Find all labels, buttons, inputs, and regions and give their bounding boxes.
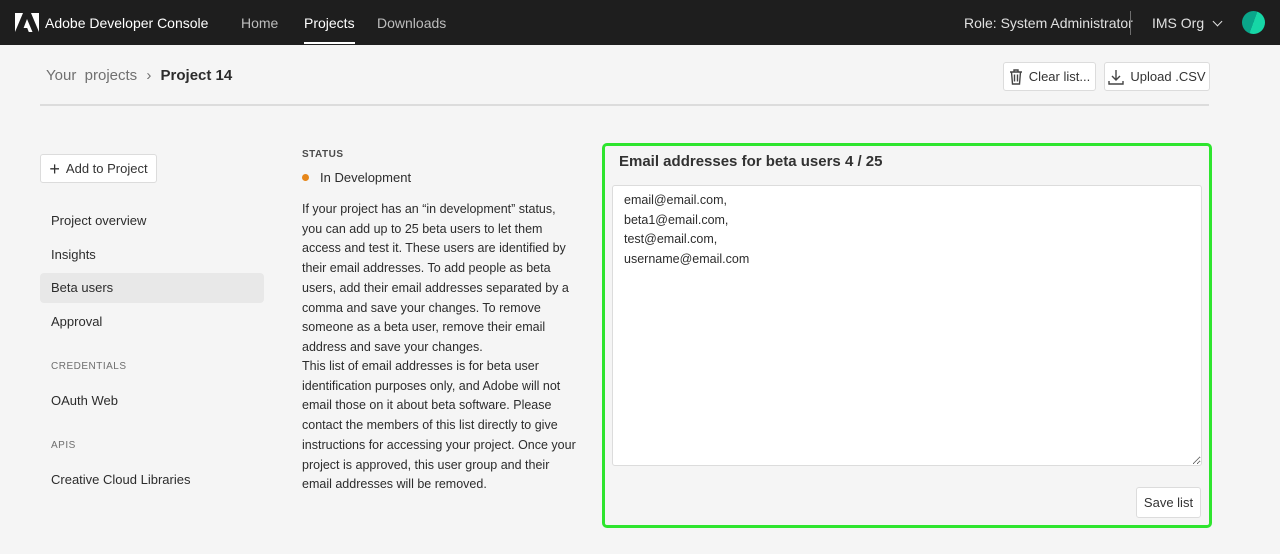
sidebar-item-project-overview[interactable]: Project overview <box>51 213 146 228</box>
upload-csv-label: Upload .CSV <box>1130 69 1206 84</box>
clear-list-button[interactable]: Clear list... <box>1003 62 1096 91</box>
sidebar-item-approval[interactable]: Approval <box>51 314 102 329</box>
apis-heading: APIS <box>51 440 76 451</box>
role-label: Role: System Administrator <box>964 15 1133 31</box>
top-nav-bar: Adobe Developer Console Home Projects Do… <box>0 0 1280 45</box>
panel-title: Email addresses for beta users 4 / 25 <box>619 153 883 170</box>
nav-home[interactable]: Home <box>241 15 278 31</box>
chevron-right-icon: › <box>146 67 152 84</box>
app-title[interactable]: Adobe Developer Console <box>45 15 208 31</box>
upload-csv-button[interactable]: Upload .CSV <box>1104 62 1210 91</box>
trash-icon <box>1009 68 1022 85</box>
status-heading: STATUS <box>302 149 344 160</box>
breadcrumb-your-projects[interactable]: Your projects <box>46 67 137 84</box>
org-label: IMS Org <box>1152 15 1205 31</box>
status-dot-icon <box>302 174 309 181</box>
save-list-label: Save list <box>1143 495 1194 510</box>
save-list-button[interactable]: Save list <box>1136 487 1201 518</box>
nav-downloads[interactable]: Downloads <box>377 15 446 31</box>
plus-icon: + <box>49 158 60 179</box>
add-to-project-label: Add to Project <box>65 161 148 176</box>
divider <box>1130 11 1131 35</box>
credentials-heading: CREDENTIALS <box>51 361 127 372</box>
breadcrumb-current: Project 14 <box>160 67 233 84</box>
clear-list-label: Clear list... <box>1028 69 1091 84</box>
add-to-project-button[interactable]: + Add to Project <box>40 154 157 183</box>
adobe-logo-icon[interactable] <box>15 13 39 32</box>
sidebar-item-oauth-web[interactable]: OAuth Web <box>51 393 118 408</box>
avatar[interactable] <box>1242 11 1265 34</box>
org-switcher[interactable]: IMS Org <box>1152 15 1223 31</box>
email-list-textarea[interactable] <box>612 185 1202 466</box>
status-value: In Development <box>320 170 412 185</box>
sidebar-item-creative-cloud-libraries[interactable]: Creative Cloud Libraries <box>51 472 190 487</box>
description-paragraph-2: This list of email addresses is for beta… <box>302 359 576 492</box>
sidebar-item-insights[interactable]: Insights <box>51 247 96 262</box>
nav-projects[interactable]: Projects <box>304 15 355 44</box>
description-paragraph-1: If your project has an “in development” … <box>302 202 569 354</box>
sidebar-item-beta-users[interactable]: Beta users <box>51 280 113 295</box>
divider <box>40 104 1209 106</box>
breadcrumb: Your projects › Project 14 <box>46 67 232 84</box>
download-icon <box>1108 69 1125 85</box>
chevron-down-icon <box>1212 16 1223 27</box>
